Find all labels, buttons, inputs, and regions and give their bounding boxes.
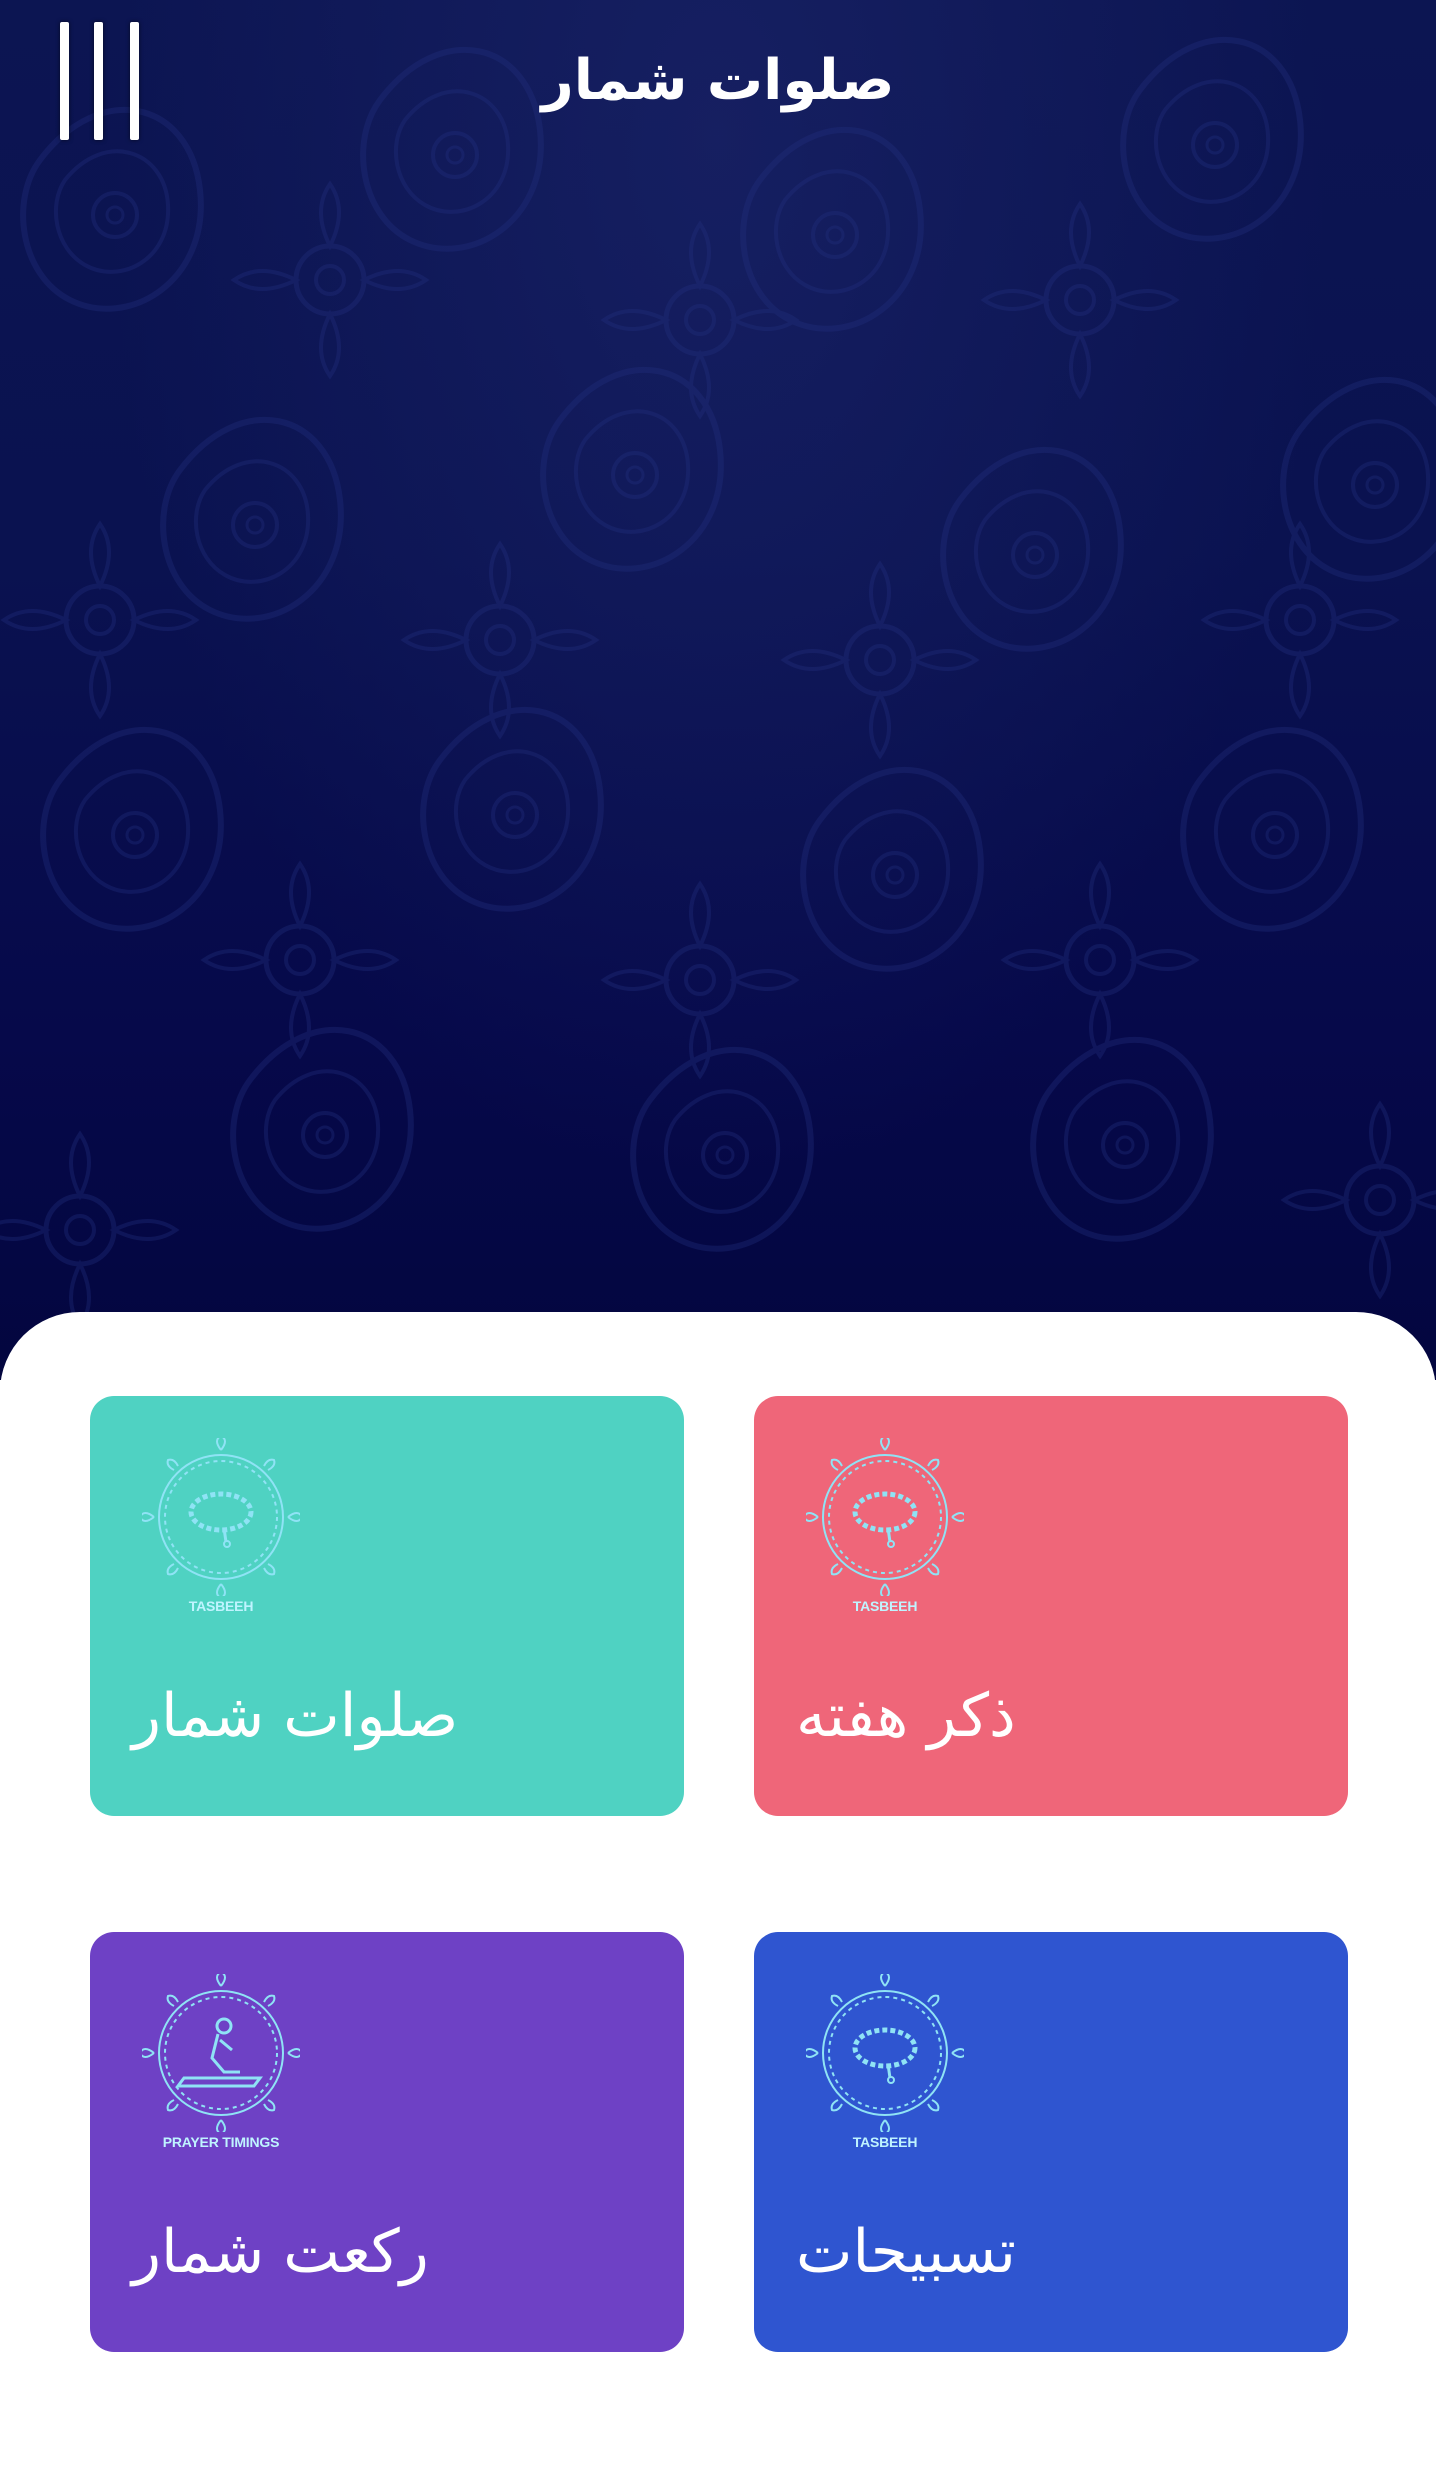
tasbeeh-beads-icon: TASBEEH xyxy=(802,1970,968,2162)
card-rakat-counter[interactable]: PRAYER TIMINGS رکعت شمار xyxy=(90,1932,684,2352)
card-tasbihat[interactable]: TASBEEH تسبیحات xyxy=(754,1932,1348,2352)
icon-caption: TASBEEH xyxy=(188,1598,254,1614)
card-label: ذکر هفته xyxy=(796,1681,1016,1751)
header-background: صلوات شمار xyxy=(0,0,1436,1380)
prayer-timings-icon: PRAYER TIMINGS xyxy=(138,1970,304,2162)
tasbeeh-beads-icon: TASBEEH xyxy=(138,1434,304,1626)
icon-caption: TASBEEH xyxy=(852,2134,918,2150)
paisley-pattern xyxy=(0,0,1436,1380)
page-title: صلوات شمار xyxy=(541,48,895,113)
card-label: صلوات شمار xyxy=(132,1681,459,1751)
card-salawat-counter[interactable]: TASBEEH صلوات شمار xyxy=(90,1396,684,1816)
icon-caption: PRAYER TIMINGS xyxy=(162,2134,280,2150)
tasbeeh-beads-icon: TASBEEH xyxy=(802,1434,968,1626)
card-weekly-zikr[interactable]: TASBEEH ذکر هفته xyxy=(754,1396,1348,1816)
icon-caption: TASBEEH xyxy=(852,1598,918,1614)
card-label: رکعت شمار xyxy=(132,2217,429,2287)
cards-sheet: TASBEEH ذکر هفته TASBEEH صلوات شمار TASB… xyxy=(0,1312,1436,2465)
card-label: تسبیحات xyxy=(796,2217,1016,2287)
